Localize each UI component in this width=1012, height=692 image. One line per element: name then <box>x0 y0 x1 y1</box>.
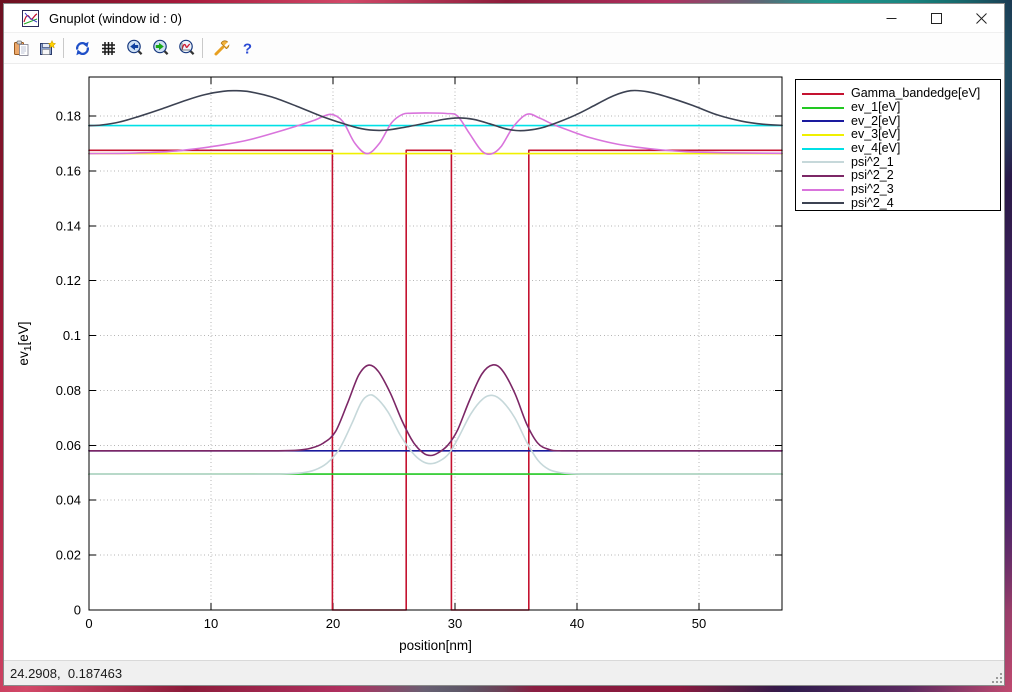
svg-text:30: 30 <box>448 616 462 631</box>
svg-text:0: 0 <box>85 616 92 631</box>
maximize-icon <box>931 13 942 24</box>
refresh-replot-icon <box>74 40 91 57</box>
svg-text:0.12: 0.12 <box>56 273 81 288</box>
window-title: Gnuplot (window id : 0) <box>49 11 182 26</box>
save-icon <box>39 40 56 57</box>
plot-area[interactable]: 0 10 20 30 40 50 0 0.02 0.04 0.06 0.08 0.1 0.12 0.14 0… <box>4 64 1004 660</box>
legend-line-sample <box>802 175 844 177</box>
cursor-coordinates: 24.2908, 0.187463 <box>10 666 122 681</box>
legend-line-sample <box>802 161 844 163</box>
zoom-next-icon <box>152 39 170 57</box>
svg-text:0.04: 0.04 <box>56 493 81 508</box>
legend-line-sample <box>802 93 844 95</box>
legend-item: ev_2[eV] <box>802 114 996 128</box>
legend-item: Gamma_bandedge[eV] <box>802 87 996 101</box>
svg-text:0.16: 0.16 <box>56 163 81 178</box>
svg-text:position[nm]: position[nm] <box>399 638 472 653</box>
wrench-options-icon <box>213 40 230 57</box>
toolbar-separator <box>202 38 203 58</box>
svg-text:0.1: 0.1 <box>63 328 81 343</box>
toolbar: ? <box>4 32 1004 64</box>
svg-text:ev1[eV]: ev1[eV] <box>16 321 34 365</box>
legend-item: psi^2_1 <box>802 155 996 169</box>
minimize-button[interactable] <box>869 4 914 32</box>
close-icon <box>976 13 987 24</box>
svg-text:40: 40 <box>570 616 584 631</box>
svg-text:0.06: 0.06 <box>56 438 81 453</box>
legend-line-sample <box>802 189 844 191</box>
legend-line-sample <box>802 120 844 122</box>
close-button[interactable] <box>959 4 1004 32</box>
legend-item: psi^2_3 <box>802 183 996 197</box>
toolbar-separator <box>63 38 64 58</box>
svg-text:0: 0 <box>74 603 81 618</box>
help-icon: ? <box>239 40 256 57</box>
svg-text:0.18: 0.18 <box>56 108 81 123</box>
minimize-icon <box>886 13 897 24</box>
legend-line-sample <box>802 202 844 204</box>
zoom-previous-icon <box>126 39 144 57</box>
svg-text:0.02: 0.02 <box>56 548 81 563</box>
gnuplot-window: Gnuplot (window id : 0) <box>3 3 1005 686</box>
svg-text:0.14: 0.14 <box>56 218 81 233</box>
svg-text:20: 20 <box>326 616 340 631</box>
clipboard-copy-icon <box>13 40 30 57</box>
svg-text:0.08: 0.08 <box>56 383 81 398</box>
legend-item: ev_1[eV] <box>802 101 996 115</box>
titlebar[interactable]: Gnuplot (window id : 0) <box>4 4 1004 32</box>
zoom-region-icon <box>178 39 196 57</box>
legend-line-sample <box>802 134 844 136</box>
help-button[interactable]: ? <box>236 37 259 60</box>
legend-label: psi^2_3 <box>851 183 894 196</box>
save-button[interactable] <box>36 37 59 60</box>
caption-buttons <box>869 4 1004 32</box>
statusbar: 24.2908, 0.187463 <box>4 660 1004 685</box>
copy-to-clipboard-button[interactable] <box>10 37 33 60</box>
legend-item: psi^2_2 <box>802 169 996 183</box>
options-button[interactable] <box>210 37 233 60</box>
legend-label: ev_2[eV] <box>851 115 900 128</box>
gnuplot-app-icon <box>22 10 39 27</box>
toggle-grid-button[interactable] <box>97 37 120 60</box>
legend-item: ev_3[eV] <box>802 128 996 142</box>
zoom-next-button[interactable] <box>149 37 172 60</box>
svg-text:50: 50 <box>692 616 706 631</box>
legend-label: ev_3[eV] <box>851 128 900 141</box>
legend-label: psi^2_1 <box>851 156 894 169</box>
svg-text:?: ? <box>243 40 252 57</box>
maximize-button[interactable] <box>914 4 959 32</box>
legend-label: psi^2_2 <box>851 169 894 182</box>
replot-button[interactable] <box>71 37 94 60</box>
legend-label: Gamma_bandedge[eV] <box>851 87 980 100</box>
zoom-previous-button[interactable] <box>123 37 146 60</box>
zoom-region-button[interactable] <box>175 37 198 60</box>
legend-label: ev_4[eV] <box>851 142 900 155</box>
legend-line-sample <box>802 107 844 109</box>
svg-text:10: 10 <box>204 616 218 631</box>
legend-item: ev_4[eV] <box>802 142 996 156</box>
resize-grip[interactable] <box>990 671 1002 683</box>
legend: Gamma_bandedge[eV]ev_1[eV]ev_2[eV]ev_3[e… <box>795 79 1001 211</box>
legend-line-sample <box>802 148 844 150</box>
legend-item: psi^2_4 <box>802 197 996 211</box>
legend-label: psi^2_4 <box>851 197 894 210</box>
legend-label: ev_1[eV] <box>851 101 900 114</box>
grid-icon <box>100 40 117 57</box>
